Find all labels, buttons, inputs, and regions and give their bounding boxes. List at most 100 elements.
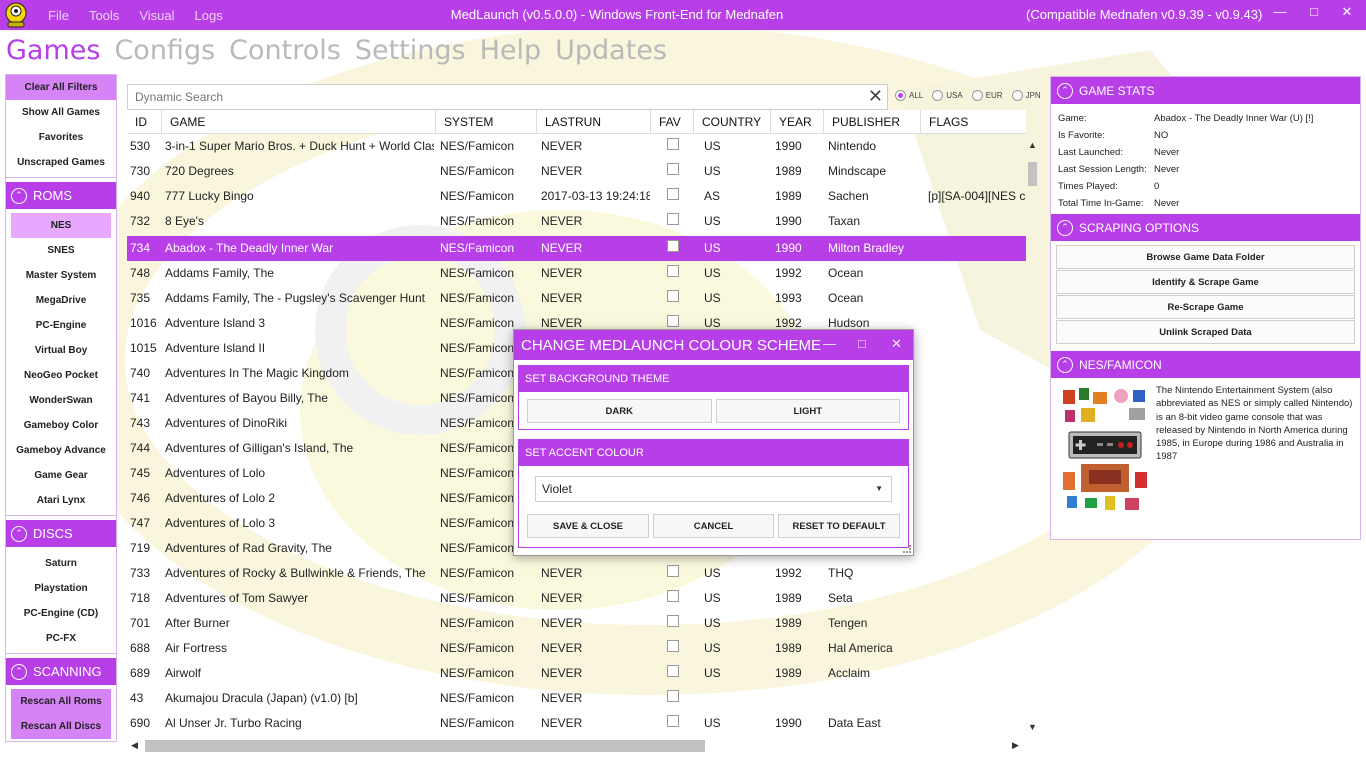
favorite-checkbox[interactable] — [667, 163, 679, 175]
minimize-icon[interactable]: — — [823, 336, 836, 351]
favorite-checkbox[interactable] — [667, 290, 679, 302]
region-jpn[interactable]: JPN — [1011, 90, 1041, 101]
table-row[interactable]: 701 After Burner NES/Famicon NEVER US 1989 Ten… — [127, 611, 1026, 636]
vertical-scrollbar[interactable]: ▲ ▼ — [1027, 140, 1039, 736]
favorite-checkbox[interactable] — [667, 565, 679, 577]
accent-colour-select[interactable]: Violet ▼ — [535, 476, 892, 502]
maximize-icon[interactable]: □ — [1303, 4, 1325, 19]
table-row[interactable]: 689 Airwolf NES/Famicon NEVER US 1989 Acclaim — [127, 661, 1026, 686]
favorites-button[interactable]: Favorites — [6, 125, 116, 150]
nav-games[interactable]: Games — [6, 35, 100, 69]
scroll-left-icon[interactable]: ◀ — [131, 740, 138, 751]
disc-system-playstation[interactable]: Playstation — [6, 576, 116, 601]
favorite-checkbox[interactable] — [667, 640, 679, 652]
col-publisher[interactable]: PUBLISHER — [824, 110, 921, 134]
region-usa[interactable]: USA — [932, 90, 963, 101]
favorite-checkbox[interactable] — [667, 715, 679, 727]
scroll-up-icon[interactable]: ▲ — [1028, 140, 1037, 150]
rom-system-game-gear[interactable]: Game Gear — [6, 463, 116, 488]
table-row[interactable]: 530 3-in-1 Super Mario Bros. + Duck Hunt … — [127, 134, 1026, 159]
browse-data-folder-button[interactable]: Browse Game Data Folder — [1056, 245, 1355, 269]
light-theme-button[interactable]: LIGHT — [715, 399, 900, 423]
scroll-right-icon[interactable]: ▶ — [1012, 740, 1019, 751]
favorite-checkbox[interactable] — [667, 188, 679, 200]
table-row[interactable]: 730 720 Degrees NES/Famicon NEVER US 1989 Mind… — [127, 159, 1026, 184]
maximize-icon[interactable]: □ — [858, 336, 866, 351]
reset-default-button[interactable]: RESET TO DEFAULT — [778, 514, 900, 538]
minimize-icon[interactable]: — — [1269, 4, 1291, 19]
unscraped-games-button[interactable]: Unscraped Games — [6, 150, 116, 175]
scroll-down-icon[interactable]: ▼ — [1028, 722, 1037, 732]
close-icon[interactable]: ✕ — [1336, 4, 1358, 20]
scanning-header[interactable]: ⌃ SCANNING — [6, 658, 116, 685]
table-row[interactable]: 43 Akumajou Dracula (Japan) (v1.0) [b] NES… — [127, 686, 1026, 711]
clear-search-icon[interactable]: ✕ — [868, 86, 883, 107]
nav-configs[interactable]: Configs — [114, 35, 215, 69]
rom-system-pc-engine[interactable]: PC-Engine — [6, 313, 116, 338]
favorite-checkbox[interactable] — [667, 213, 679, 225]
scroll-thumb[interactable] — [1028, 162, 1037, 186]
rom-system-gameboy-color[interactable]: Gameboy Color — [6, 413, 116, 438]
col-system[interactable]: SYSTEM — [436, 110, 537, 134]
rom-system-virtual-boy[interactable]: Virtual Boy — [6, 338, 116, 363]
favorite-checkbox[interactable] — [667, 615, 679, 627]
table-row[interactable]: 718 Adventures of Tom Sawyer NES/Famicon NE… — [127, 586, 1026, 611]
dark-theme-button[interactable]: DARK — [527, 399, 712, 423]
rescan-discs-button[interactable]: Rescan All Discs — [11, 714, 111, 739]
favorite-checkbox[interactable] — [667, 590, 679, 602]
table-row[interactable]: 735 Addams Family, The - Pugsley's Scaven… — [127, 286, 1026, 311]
favorite-checkbox[interactable] — [667, 690, 679, 702]
disc-system-pc-engine-cd-[interactable]: PC-Engine (CD) — [6, 601, 116, 626]
close-icon[interactable]: ✕ — [891, 336, 902, 352]
rom-system-megadrive[interactable]: MegaDrive — [6, 288, 116, 313]
nav-controls[interactable]: Controls — [229, 35, 341, 69]
disc-system-saturn[interactable]: Saturn — [6, 551, 116, 576]
discs-header[interactable]: ⌃ DISCS — [6, 520, 116, 547]
horizontal-scrollbar[interactable]: ◀ ▶ — [127, 738, 1026, 752]
table-row[interactable]: 734 Abadox - The Deadly Inner War NES/Fami… — [127, 236, 1026, 261]
table-row[interactable]: 690 Al Unser Jr. Turbo Racing NES/Famicon N… — [127, 711, 1026, 736]
save-close-button[interactable]: SAVE & CLOSE — [527, 514, 649, 538]
rescan-roms-button[interactable]: Rescan All Roms — [11, 689, 111, 714]
roms-header[interactable]: ⌃ ROMS — [6, 182, 116, 209]
rom-system-master-system[interactable]: Master System — [6, 263, 116, 288]
favorite-checkbox[interactable] — [667, 265, 679, 277]
col-year[interactable]: YEAR — [771, 110, 824, 134]
rom-system-neogeo-pocket[interactable]: NeoGeo Pocket — [6, 363, 116, 388]
resize-grip-icon[interactable] — [903, 545, 911, 553]
col-id[interactable]: ID — [127, 110, 162, 134]
table-row[interactable]: 940 777 Lucky Bingo NES/Famicon 2017-03-13 … — [127, 184, 1026, 209]
clear-filters-button[interactable]: Clear All Filters — [6, 75, 116, 100]
disc-system-pc-fx[interactable]: PC-FX — [6, 626, 116, 651]
scroll-thumb[interactable] — [145, 740, 705, 752]
favorite-checkbox[interactable] — [667, 665, 679, 677]
search-input[interactable] — [128, 85, 848, 109]
table-row[interactable]: 748 Addams Family, The NES/Famicon NEVER US 1… — [127, 261, 1026, 286]
rescrape-button[interactable]: Re-Scrape Game — [1056, 295, 1355, 319]
region-eur[interactable]: EUR — [971, 90, 1003, 101]
scraping-header[interactable]: ⌃ SCRAPING OPTIONS — [1051, 214, 1360, 241]
rom-system-nes[interactable]: NES — [11, 213, 111, 238]
show-all-games-button[interactable]: Show All Games — [6, 100, 116, 125]
identify-scrape-button[interactable]: Identify & Scrape Game — [1056, 270, 1355, 294]
col-lastrun[interactable]: LASTRUN — [537, 110, 651, 134]
favorite-checkbox[interactable] — [667, 315, 679, 327]
rom-system-snes[interactable]: SNES — [6, 238, 116, 263]
col-country[interactable]: COUNTRY — [694, 110, 771, 134]
game-stats-header[interactable]: ⌃ GAME STATS — [1051, 77, 1360, 104]
system-info-header[interactable]: ⌃ NES/FAMICON — [1051, 351, 1360, 378]
unlink-scraped-button[interactable]: Unlink Scraped Data — [1056, 320, 1355, 344]
table-row[interactable]: 688 Air Fortress NES/Famicon NEVER US 1989 Hal… — [127, 636, 1026, 661]
rom-system-gameboy-advance[interactable]: Gameboy Advance — [6, 438, 116, 463]
table-row[interactable]: 733 Adventures of Rocky & Bullwinkle & Fr… — [127, 561, 1026, 586]
col-flags[interactable]: FLAGS — [921, 110, 1026, 134]
cancel-button[interactable]: CANCEL — [653, 514, 774, 538]
favorite-checkbox[interactable] — [667, 138, 679, 150]
favorite-checkbox[interactable] — [667, 240, 679, 252]
rom-system-atari-lynx[interactable]: Atari Lynx — [6, 488, 116, 513]
nav-settings[interactable]: Settings — [355, 35, 466, 69]
table-row[interactable]: 732 8 Eye's NES/Famicon NEVER US 1990 Taxan — [127, 209, 1026, 234]
nav-updates[interactable]: Updates — [555, 35, 667, 69]
rom-system-wonderswan[interactable]: WonderSwan — [6, 388, 116, 413]
col-game[interactable]: GAME — [162, 110, 436, 134]
